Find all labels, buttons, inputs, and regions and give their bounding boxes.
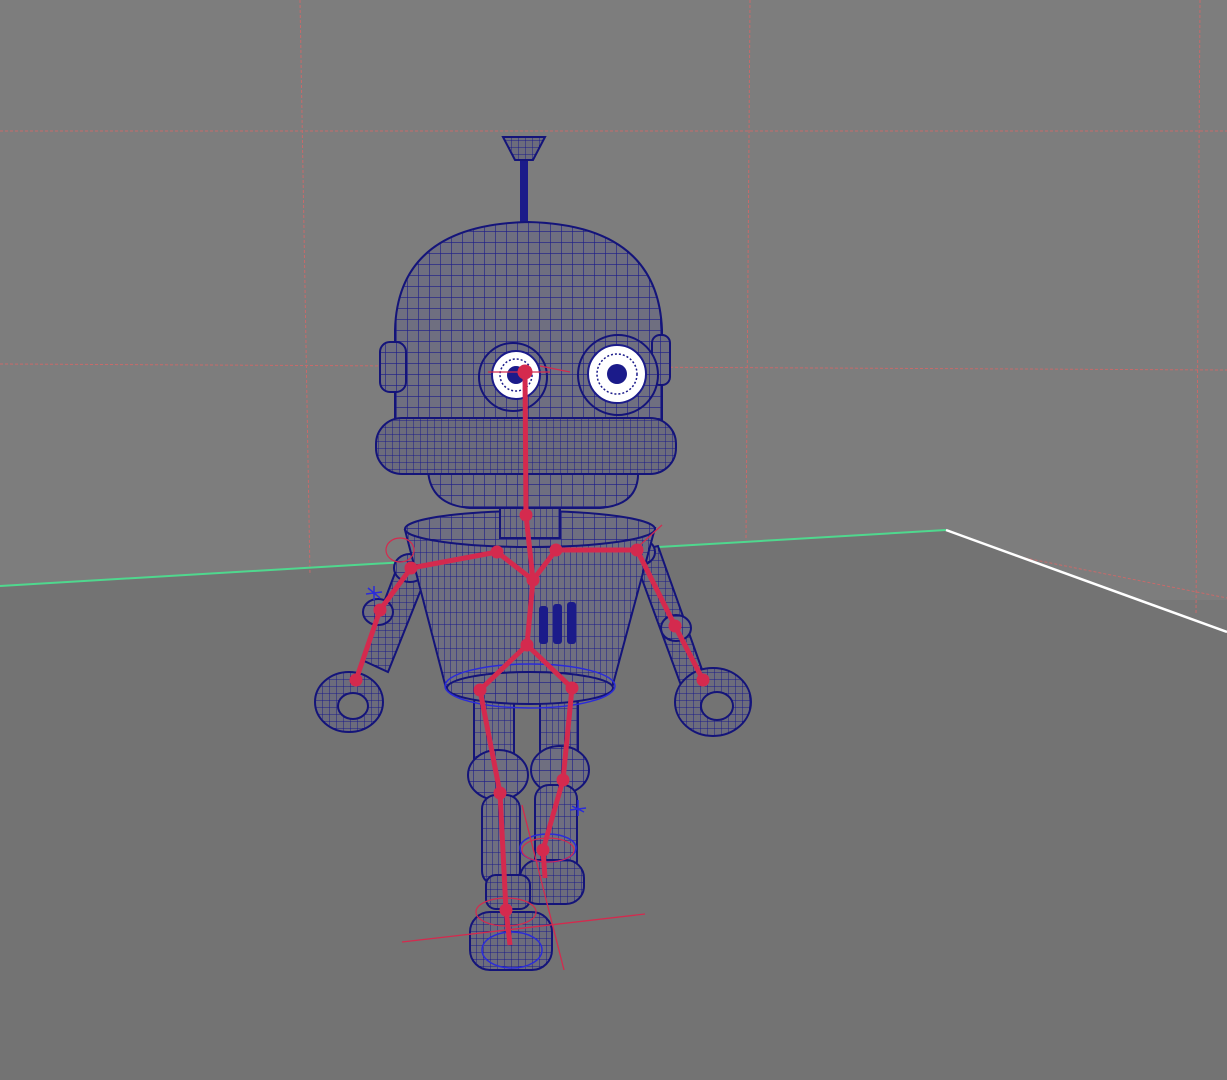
scene-canvas[interactable] <box>0 0 1227 1080</box>
3d-viewport[interactable] <box>0 0 1227 1080</box>
robot-right-eye[interactable] <box>577 334 659 416</box>
robot-left-eye[interactable] <box>478 342 548 412</box>
torso-vent-slots <box>539 602 576 644</box>
robot-left-ear <box>379 341 407 393</box>
